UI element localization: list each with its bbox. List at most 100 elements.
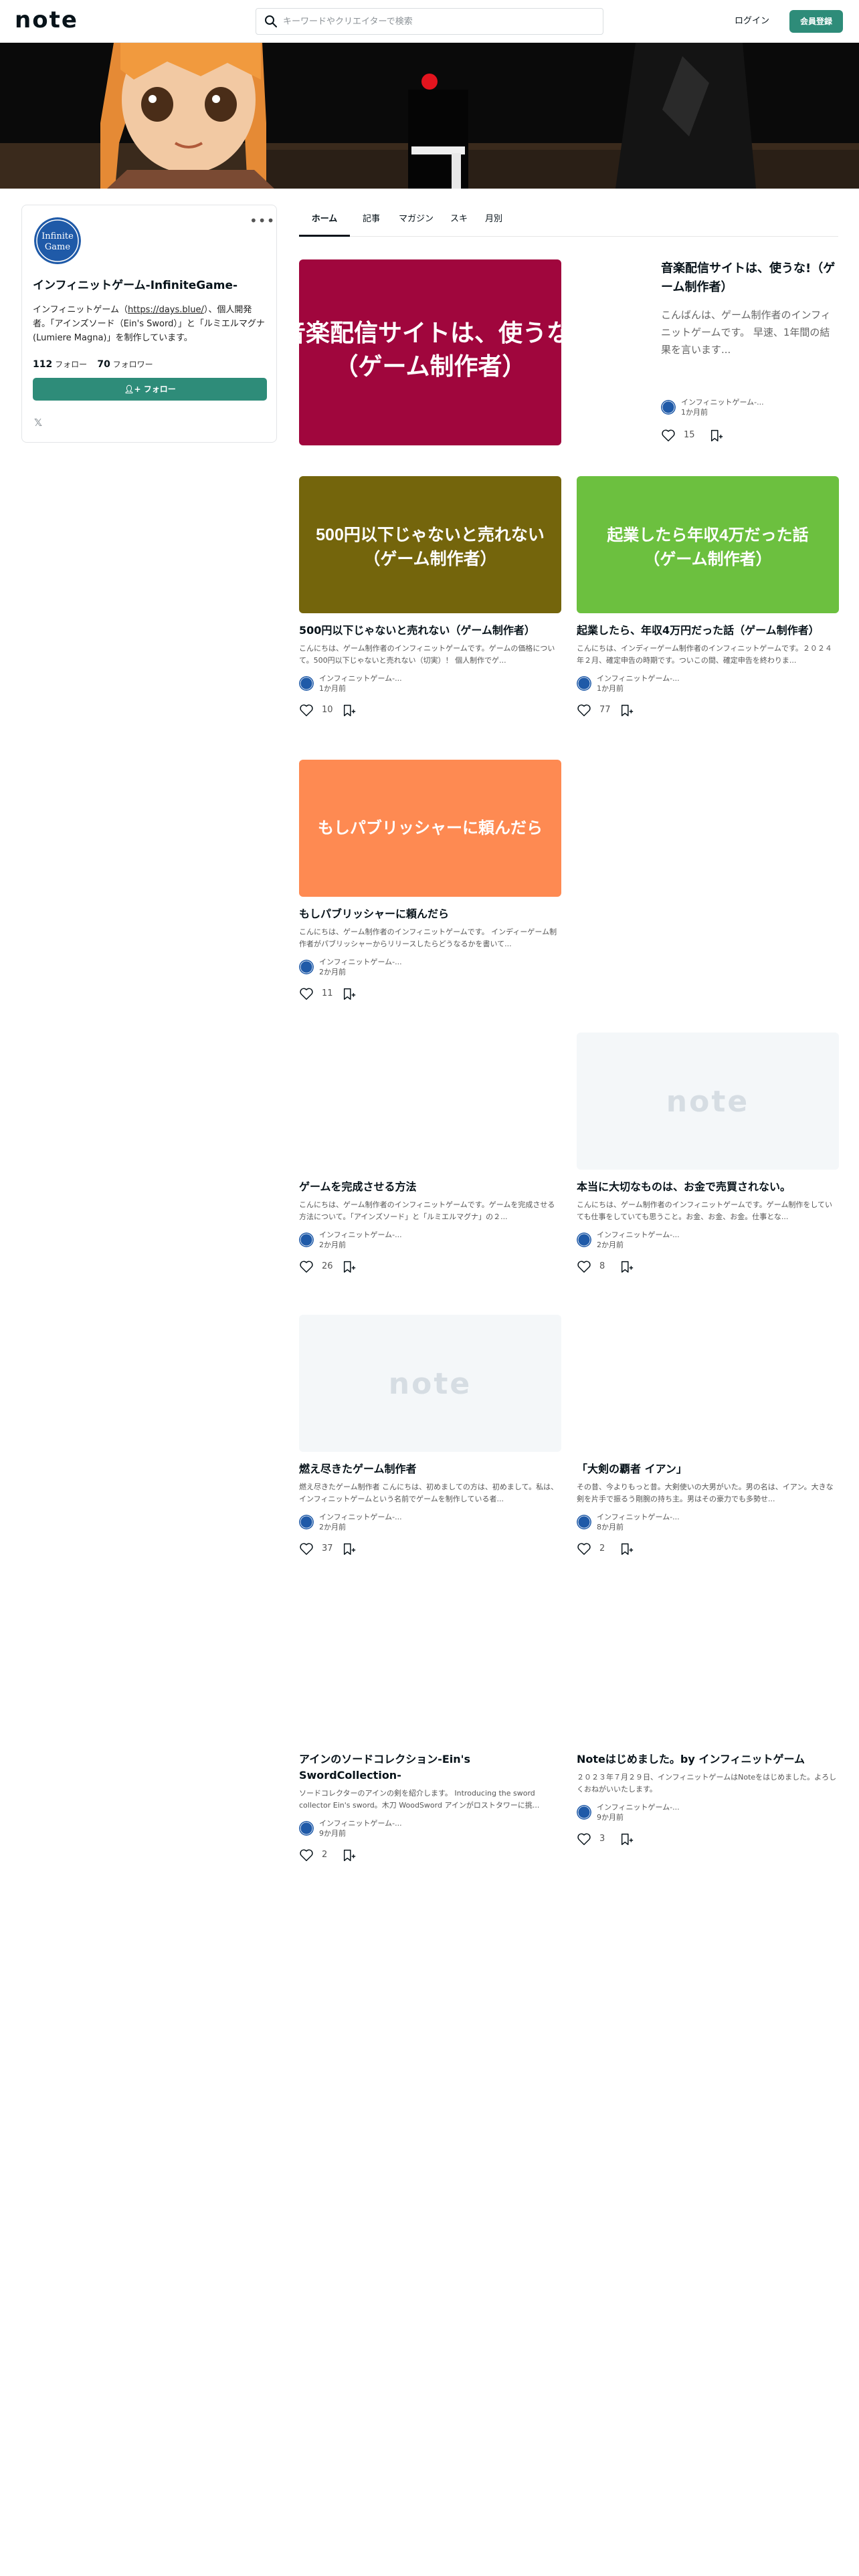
heart-icon[interactable]: [299, 703, 314, 718]
article-title[interactable]: Noteはじめました。by インフィニットゲーム: [577, 1751, 839, 1767]
author-name[interactable]: インフィニットゲーム-...: [319, 957, 402, 968]
bio-link[interactable]: https://days.blue/: [128, 305, 204, 315]
note-logo[interactable]: note: [15, 8, 78, 32]
author-avatar[interactable]: [661, 400, 676, 415]
article-title[interactable]: もしパブリッシャーに頼んだら: [299, 906, 561, 922]
article-thumbnail[interactable]: note: [577, 1033, 839, 1170]
publish-time: 1か月前: [681, 408, 708, 417]
creator-avatar[interactable]: Infinite Game: [34, 217, 81, 264]
author-avatar[interactable]: [577, 1805, 591, 1820]
article-thumbnail[interactable]: 500円以下じゃないと売れない （ゲーム制作者）: [299, 476, 561, 613]
article-excerpt: その昔、今よりもっと昔。大剣使いの大男がいた。男の名は、イアン。大きな剣を片手で…: [577, 1483, 834, 1503]
article-title[interactable]: 500円以下じゃないと売れない（ゲーム制作者）: [299, 623, 561, 639]
magazine-add-icon[interactable]: [342, 1848, 357, 1862]
article-title[interactable]: 本当に大切なものは、お金で売買されない。: [577, 1179, 839, 1195]
heart-icon[interactable]: [299, 1541, 314, 1556]
article-title[interactable]: アインのソードコレクション-Ein's SwordCollection-: [299, 1751, 561, 1784]
publish-time: 8か月前: [597, 1523, 624, 1531]
more-options-icon[interactable]: •••: [250, 214, 274, 231]
article-card[interactable]: 500円以下じゃないと売れない （ゲーム制作者） 500円以下じゃないと売れない（ゲ…: [299, 476, 561, 719]
author-name[interactable]: インフィニットゲーム-...: [319, 1818, 402, 1829]
article-card[interactable]: 起業したら年収4万だった話 （ゲーム制作者） 起業したら、年収4万円だった話（ゲーム…: [577, 476, 839, 719]
tab-magazines[interactable]: マガジン: [394, 206, 438, 237]
article-card[interactable]: note 燃え尽きたゲーム制作者 燃え尽きたゲーム制作者 こんにちは、初めましての方…: [299, 1315, 561, 1558]
x-twitter-icon[interactable]: 𝕏: [34, 417, 46, 429]
author-avatar[interactable]: [577, 1232, 591, 1247]
signup-button[interactable]: 会員登録: [789, 10, 843, 33]
login-button[interactable]: ログイン: [727, 9, 777, 33]
heart-icon[interactable]: [299, 1259, 314, 1274]
author-avatar[interactable]: [299, 960, 314, 974]
magazine-add-icon[interactable]: [342, 703, 357, 718]
article-author: インフィニットゲーム-... 9か月前: [299, 1818, 561, 1840]
author-avatar[interactable]: [299, 1821, 314, 1836]
author-name[interactable]: インフィニットゲーム-...: [681, 397, 764, 408]
article-thumbnail[interactable]: note: [299, 1315, 561, 1452]
featured-article-excerpt: こんばんは、ゲーム制作者のインフィニットゲームです。 早速、1年間の結果を言いま…: [661, 309, 831, 356]
author-name[interactable]: インフィニットゲーム-...: [319, 1512, 402, 1523]
heart-icon[interactable]: [577, 1832, 591, 1846]
tab-home[interactable]: ホーム: [299, 206, 350, 237]
article-card[interactable]: note 本当に大切なものは、お金で売買されない。 こんにちは、ゲーム制作者のインフ…: [577, 1033, 839, 1275]
heart-icon[interactable]: [577, 703, 591, 718]
article-thumbnail[interactable]: [577, 1315, 839, 1452]
tab-likes[interactable]: スキ: [445, 206, 473, 237]
add-user-icon: 👤︎+: [124, 385, 141, 394]
article-actions: 11: [299, 985, 561, 1002]
featured-article-thumbnail[interactable]: 音楽配信サイトは、使うな! （ゲーム制作者）: [299, 259, 561, 445]
followers-count[interactable]: 70: [97, 359, 110, 370]
article-excerpt: ２０２３年７月２９日、インフィニットゲームはNoteをはじめました。よろしくおね…: [577, 1773, 837, 1794]
magazine-add-icon[interactable]: [619, 1541, 634, 1556]
article-card[interactable]: アインのソードコレクション-Ein's SwordCollection- ソードコ…: [299, 1605, 561, 1864]
article-card[interactable]: ゲームを完成させる方法 こんにちは、ゲーム制作者のインフィニットゲームです。ゲーム…: [299, 1033, 561, 1275]
magazine-add-icon[interactable]: [619, 1259, 634, 1274]
magazine-add-icon[interactable]: [342, 986, 357, 1001]
follow-stats: 112 フォロー 70 フォロワー: [33, 358, 153, 371]
article-actions: 26: [299, 1258, 561, 1275]
search-box[interactable]: [256, 8, 603, 35]
author-avatar[interactable]: [577, 676, 591, 691]
magazine-add-icon[interactable]: [342, 1541, 357, 1556]
author-avatar[interactable]: [577, 1515, 591, 1529]
search-input[interactable]: [283, 9, 597, 34]
tab-monthly[interactable]: 月別: [480, 206, 508, 237]
followers-label[interactable]: フォロワー: [113, 360, 153, 369]
tab-articles[interactable]: 記事: [355, 206, 387, 237]
author-name[interactable]: インフィニットゲーム-...: [597, 1512, 680, 1523]
heart-icon[interactable]: [661, 428, 676, 443]
article-title[interactable]: 起業したら、年収4万円だった話（ゲーム制作者）: [577, 623, 839, 639]
magazine-add-icon[interactable]: [709, 428, 724, 443]
article-title[interactable]: ゲームを完成させる方法: [299, 1179, 561, 1195]
author-avatar[interactable]: [299, 676, 314, 691]
following-count[interactable]: 112: [33, 359, 52, 370]
article-card[interactable]: 「大剣の覇者 イアン」その昔、今よりもっと昔。大剣使いの大男がいた。男の名は、イ…: [577, 1315, 839, 1558]
author-name[interactable]: インフィニットゲーム-...: [319, 1230, 402, 1241]
heart-icon[interactable]: [577, 1259, 591, 1274]
article-card[interactable]: もしパブリッシャーに頼んだら もしパブリッシャーに頼んだら こんにちは、ゲーム制作者…: [299, 760, 561, 1002]
author-name[interactable]: インフィニットゲーム-...: [597, 1802, 680, 1813]
featured-article-title[interactable]: 音楽配信サイトは、使うな!（ゲーム制作者）: [661, 259, 838, 297]
article-card[interactable]: Noteはじめました。by インフィニットゲーム ２０２３年７月２９日、インフィニ…: [577, 1605, 839, 1848]
heart-icon[interactable]: [299, 986, 314, 1001]
magazine-add-icon[interactable]: [342, 1259, 357, 1274]
author-avatar[interactable]: [299, 1515, 314, 1529]
article-thumbnail[interactable]: 起業したら年収4万だった話 （ゲーム制作者）: [577, 476, 839, 613]
author-avatar[interactable]: [299, 1232, 314, 1247]
follow-button[interactable]: 👤︎+ フォロー: [33, 378, 267, 401]
thumb-text-1: 起業したら年収4万だった話: [606, 526, 808, 544]
heart-icon[interactable]: [577, 1541, 591, 1556]
article-title[interactable]: 燃え尽きたゲーム制作者: [299, 1461, 561, 1477]
article-thumbnail[interactable]: もしパブリッシャーに頼んだら: [299, 760, 561, 897]
article-thumbnail[interactable]: [299, 1033, 561, 1170]
magazine-add-icon[interactable]: [619, 703, 634, 718]
article-thumbnail[interactable]: [299, 1605, 561, 1742]
author-name[interactable]: インフィニットゲーム-...: [597, 673, 680, 684]
author-name[interactable]: インフィニットゲーム-...: [319, 673, 402, 684]
article-thumbnail[interactable]: [577, 1605, 839, 1742]
article-title[interactable]: 「大剣の覇者 イアン」: [577, 1461, 839, 1477]
heart-icon[interactable]: [299, 1848, 314, 1862]
author-name[interactable]: インフィニットゲーム-...: [597, 1230, 680, 1241]
magazine-add-icon[interactable]: [619, 1832, 634, 1846]
creator-name: インフィニットゲーム-InfiniteGame-: [33, 279, 238, 292]
following-label[interactable]: フォロー: [55, 360, 87, 369]
